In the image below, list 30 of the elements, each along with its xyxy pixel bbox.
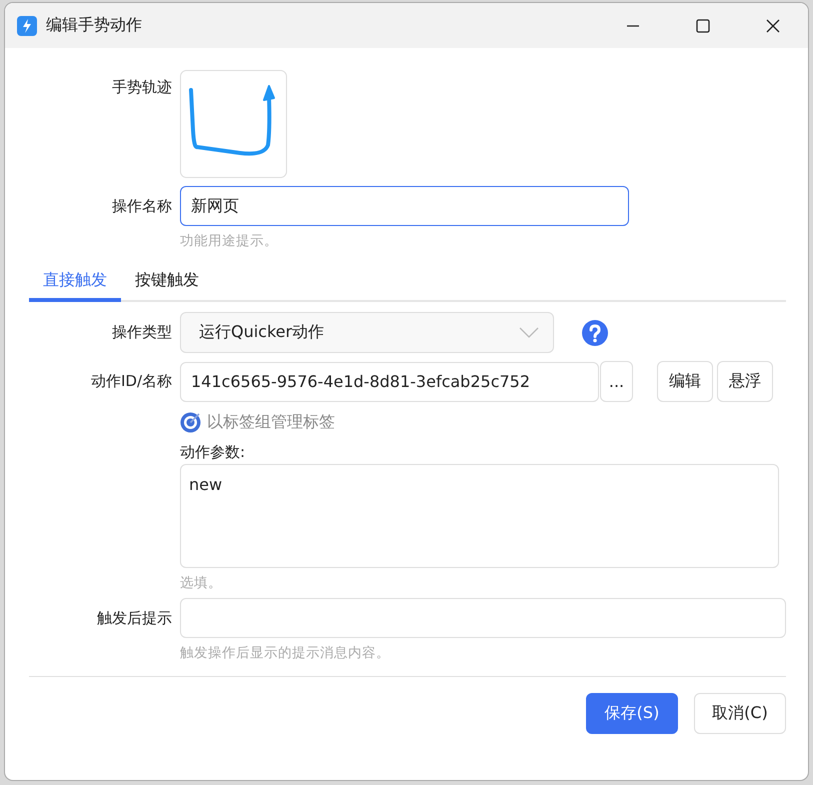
field-label: 触发后提示 (96, 608, 172, 628)
tab[interactable]: 按键触发 (121, 264, 213, 302)
help-icon[interactable] (582, 320, 608, 346)
hint-text: 选填。 (180, 574, 222, 592)
maximize-icon (696, 18, 710, 32)
window-title: 编辑手势动作 (46, 15, 142, 36)
message-input-field[interactable] (180, 598, 786, 638)
save-button[interactable]: 保存(S) (586, 693, 678, 734)
app-logo-icon (17, 16, 37, 36)
minimize-icon (626, 24, 640, 26)
cancel-button[interactable]: 取消(C) (694, 693, 786, 734)
field-label: 操作类型 (111, 323, 172, 342)
tab[interactable]: 直接触发 (29, 264, 121, 302)
action-button[interactable]: 悬浮 (717, 361, 773, 402)
hint-text: 功能用途提示。 (180, 232, 278, 250)
manage-tags-link[interactable]: 以标签组管理标签 (207, 412, 335, 433)
action-button[interactable]: 编辑 (657, 361, 713, 402)
field-label: 手势轨迹 (111, 78, 172, 97)
field-label: 动作参数: (180, 443, 246, 462)
action-type-dropdown[interactable]: 运行Quicker动作 (180, 312, 554, 353)
chevron-down-icon (519, 327, 539, 338)
browse-button[interactable]: ... (600, 361, 633, 402)
parameters-text-area[interactable]: new (180, 464, 779, 568)
target-icon (180, 412, 201, 433)
action-id-input-field[interactable]: 141c6565-9576-4e1d-8d81-3efcab25c752 (180, 362, 599, 402)
close-icon (766, 18, 780, 32)
hint-text: 触发操作后显示的提示消息内容。 (180, 644, 390, 662)
field-label: 操作名称 (111, 196, 172, 216)
field-label: 动作ID/名称 (90, 372, 172, 391)
name-input-field[interactable]: 新网页 (180, 186, 629, 226)
